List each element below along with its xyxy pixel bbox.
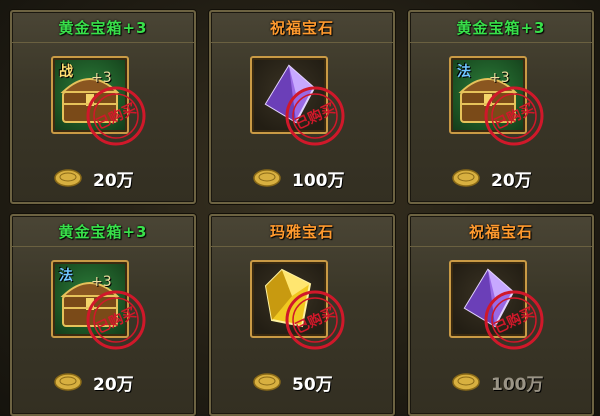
shop-item-card[interactable]: 祝福宝石 已购买 100万 [209, 10, 395, 204]
purchased-stamp-icon: 已购买 [285, 86, 345, 146]
item-title: 黄金宝箱+3 [410, 12, 592, 43]
item-price: 100万 [292, 170, 345, 191]
price-row: 20万 [12, 164, 194, 192]
gold-coin-icon [452, 373, 480, 391]
shop-item-card[interactable]: 祝福宝石 已购买 100万 [408, 214, 594, 416]
item-title: 祝福宝石 [410, 216, 592, 247]
class-tag: 战 [59, 64, 73, 80]
purchased-stamp-icon: 已购买 [86, 86, 146, 146]
stamp-text: 已购买 [293, 304, 338, 337]
item-title: 祝福宝石 [211, 12, 393, 43]
shop-item-card[interactable]: 玛雅宝石 已购买 50万 [209, 214, 395, 416]
purchased-stamp-icon: 已购买 [484, 86, 544, 146]
item-price: 100万 [491, 374, 544, 395]
class-tag: 法 [457, 64, 471, 80]
gold-coin-icon [452, 169, 480, 187]
item-price: 20万 [93, 170, 134, 191]
gold-coin-icon [253, 169, 281, 187]
price-row: 20万 [12, 368, 194, 396]
shop-item-card[interactable]: 黄金宝箱+3 法 +3 已购买 20万 [10, 214, 196, 416]
item-price: 20万 [491, 170, 532, 191]
stamp-text: 已购买 [94, 100, 139, 133]
stamp-text: 已购买 [492, 304, 537, 337]
stamp-text: 已购买 [293, 100, 338, 133]
item-title: 黄金宝箱+3 [12, 216, 194, 247]
gold-coin-icon [54, 169, 82, 187]
price-row: 100万 [211, 164, 393, 192]
purchased-stamp-icon: 已购买 [484, 290, 544, 350]
shop-item-card[interactable]: 黄金宝箱+3 战 +3 已购买 20万 [10, 10, 196, 204]
purchased-stamp-icon: 已购买 [285, 290, 345, 350]
gold-coin-icon [54, 373, 82, 391]
stamp-text: 已购买 [492, 100, 537, 133]
stamp-text: 已购买 [94, 304, 139, 337]
gold-coin-icon [253, 373, 281, 391]
price-row: 50万 [211, 368, 393, 396]
class-tag: 法 [59, 268, 73, 284]
item-title: 玛雅宝石 [211, 216, 393, 247]
price-row: 20万 [410, 164, 592, 192]
shop-item-card[interactable]: 黄金宝箱+3 法 +3 已购买 20万 [408, 10, 594, 204]
price-row: 100万 [410, 368, 592, 396]
item-price: 20万 [93, 374, 134, 395]
item-price: 50万 [292, 374, 333, 395]
item-title: 黄金宝箱+3 [12, 12, 194, 43]
purchased-stamp-icon: 已购买 [86, 290, 146, 350]
